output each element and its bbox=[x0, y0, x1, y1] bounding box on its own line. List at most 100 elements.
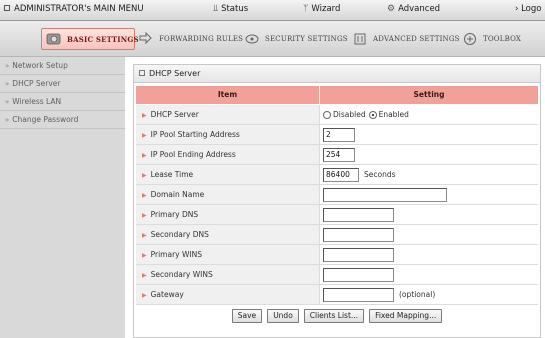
pool-start-input[interactable]: 2 bbox=[323, 127, 355, 142]
tab-security-settings[interactable]: SECURITY SETTINGS bbox=[244, 28, 348, 50]
secondary-dns-label: Secondary DNS bbox=[150, 230, 209, 239]
header-item: Item bbox=[136, 86, 320, 104]
secondary-dns-input[interactable] bbox=[323, 227, 394, 242]
tab-advanced-settings[interactable]: ADVANCED SETTINGS bbox=[352, 28, 460, 50]
bullet-icon: ▶ bbox=[142, 132, 147, 139]
bullet-icon: ▶ bbox=[142, 172, 147, 179]
sidebar-item-wireless-lan[interactable]: » Wireless LAN bbox=[0, 93, 125, 111]
bullet-icon: ▶ bbox=[142, 292, 147, 299]
bullet-icon: ▶ bbox=[142, 192, 147, 199]
bullet-icon: ▶ bbox=[142, 212, 147, 219]
panel-box-icon bbox=[139, 70, 145, 76]
sidebar-item-label: Network Setup bbox=[12, 61, 68, 70]
row-value: 254 bbox=[320, 145, 538, 164]
tab-forwarding-rules[interactable]: FORWARDING RULES bbox=[138, 28, 243, 50]
tab-forwarding-rules-label: FORWARDING RULES bbox=[159, 35, 244, 43]
advanced-icon: ⚙ bbox=[387, 4, 396, 14]
table-row: ▶ Lease Time 86400 Seconds bbox=[136, 165, 538, 185]
advanced-menu[interactable]: ⚙ Advanced bbox=[387, 4, 440, 14]
bullet-arrow-icon: » bbox=[5, 116, 10, 124]
dhcp-disabled-label: Disabled bbox=[333, 110, 366, 119]
advanced-label: Advanced bbox=[398, 4, 441, 14]
main-menu-title-text: ADMINISTRATOR's MAIN MENU bbox=[14, 4, 144, 14]
row-label: ▶ Secondary DNS bbox=[136, 225, 320, 244]
save-button[interactable]: Save bbox=[231, 309, 263, 323]
row-value bbox=[320, 265, 538, 284]
row-label: ▶ DHCP Server bbox=[136, 105, 320, 124]
tab-toolbox[interactable]: TOOLBOX bbox=[462, 28, 521, 50]
clients-list-button[interactable]: Clients List... bbox=[303, 309, 365, 323]
status-icon: ⫫ bbox=[213, 4, 219, 14]
row-label: ▶ Primary WINS bbox=[136, 245, 320, 264]
bullet-arrow-icon: » bbox=[5, 98, 10, 106]
status-menu[interactable]: ⫫ Status bbox=[213, 4, 248, 14]
sidebar-item-label: DHCP Server bbox=[12, 79, 61, 88]
bullet-arrow-icon: » bbox=[5, 62, 10, 70]
sidebar-item-change-password[interactable]: » Change Password bbox=[0, 111, 125, 129]
row-value bbox=[320, 205, 538, 224]
row-value: 86400 Seconds bbox=[320, 165, 538, 184]
gateway-label: Gateway bbox=[150, 290, 184, 299]
primary-dns-input[interactable] bbox=[323, 207, 394, 222]
sidebar-item-label: Wireless LAN bbox=[12, 97, 62, 106]
bullet-icon: ▶ bbox=[142, 252, 147, 259]
header-setting: Setting bbox=[413, 90, 445, 99]
row-value bbox=[320, 245, 538, 264]
undo-button[interactable]: Undo bbox=[267, 309, 299, 323]
tab-basic-settings[interactable]: BASIC SETTINGS bbox=[41, 28, 139, 50]
row-label: ▶ Primary DNS bbox=[136, 205, 320, 224]
row-label: ▶ IP Pool Ending Address bbox=[136, 145, 320, 164]
secondary-wins-label: Secondary WINS bbox=[150, 270, 213, 279]
pool-end-label: IP Pool Ending Address bbox=[150, 150, 236, 159]
table-row: ▶ Secondary WINS bbox=[136, 265, 538, 285]
pool-end-input[interactable]: 254 bbox=[323, 147, 355, 162]
sidebar-item-label: Change Password bbox=[12, 115, 79, 124]
primary-wins-input[interactable] bbox=[323, 247, 394, 262]
sidebar-item-network-setup[interactable]: » Network Setup bbox=[0, 57, 125, 75]
wizard-label: Wizard bbox=[311, 4, 341, 14]
primary-dns-label: Primary DNS bbox=[150, 210, 199, 219]
table-row: ▶ Secondary DNS bbox=[136, 225, 538, 245]
tab-security-settings-label: SECURITY SETTINGS bbox=[265, 35, 348, 43]
row-value bbox=[320, 185, 538, 204]
wizard-menu[interactable]: ᛘ Wizard bbox=[303, 4, 340, 14]
bullet-icon: ▶ bbox=[142, 272, 147, 279]
gateway-input[interactable] bbox=[323, 287, 394, 302]
tab-basic-settings-label: BASIC SETTINGS bbox=[67, 34, 139, 44]
table-row: ▶ Gateway (optional) bbox=[136, 285, 538, 305]
table-row: ▶ Domain Name bbox=[136, 185, 538, 205]
wizard-icon: ᛘ bbox=[303, 4, 309, 14]
table-row: ▶ Primary DNS bbox=[136, 205, 538, 225]
dhcp-disabled-radio[interactable] bbox=[323, 110, 331, 119]
dhcp-enabled-radio[interactable] bbox=[368, 110, 377, 119]
menu-square-icon bbox=[4, 5, 10, 11]
dhcp-server-label: DHCP Server bbox=[150, 110, 199, 119]
security-settings-icon bbox=[244, 32, 260, 46]
forwarding-rules-icon bbox=[138, 31, 154, 46]
primary-wins-label: Primary WINS bbox=[150, 250, 202, 259]
lease-time-label: Lease Time bbox=[150, 170, 194, 179]
table-row: ▶ IP Pool Ending Address 254 bbox=[136, 145, 538, 165]
row-label: ▶ Secondary WINS bbox=[136, 265, 320, 284]
sidebar-item-dhcp-server[interactable]: » DHCP Server bbox=[0, 75, 125, 93]
button-row: Save Undo Clients List... Fixed Mapping.… bbox=[136, 305, 538, 327]
table-header: Item Setting bbox=[136, 86, 538, 104]
row-value: Disabled Enabled bbox=[320, 105, 538, 124]
main-menu-title[interactable]: ADMINISTRATOR's MAIN MENU bbox=[4, 4, 144, 14]
secondary-wins-input[interactable] bbox=[323, 267, 394, 282]
status-label: Status bbox=[221, 4, 249, 14]
row-value bbox=[320, 225, 538, 244]
bullet-icon: ▶ bbox=[142, 112, 147, 119]
fixed-mapping-button[interactable]: Fixed Mapping... bbox=[369, 309, 443, 323]
row-label: ▶ IP Pool Starting Address bbox=[136, 125, 320, 144]
dhcp-enabled-label: Enabled bbox=[378, 110, 409, 119]
logout-link[interactable]: › Logo bbox=[515, 4, 541, 14]
row-value: 2 bbox=[320, 125, 538, 144]
domain-name-label: Domain Name bbox=[150, 190, 205, 199]
lease-time-input[interactable]: 86400 bbox=[323, 167, 359, 182]
dhcp-server-panel: DHCP Server Item Setting ▶ DHCP Server Di… bbox=[133, 64, 541, 338]
lease-time-unit: Seconds bbox=[364, 170, 396, 179]
tab-toolbox-label: TOOLBOX bbox=[483, 35, 522, 43]
row-label: ▶ Lease Time bbox=[136, 165, 320, 184]
domain-name-input[interactable] bbox=[323, 187, 447, 202]
